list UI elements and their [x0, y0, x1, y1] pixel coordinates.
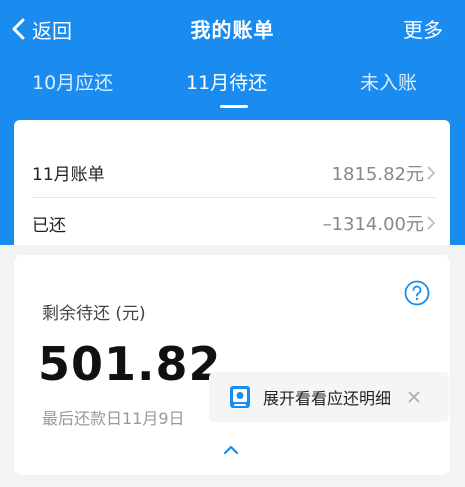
row-label: 已还: [32, 215, 66, 236]
row-label: 11月账单: [32, 165, 105, 185]
chevron-up-icon[interactable]: [223, 445, 239, 455]
active-tab-indicator: [220, 105, 248, 108]
bill-row-november-statement[interactable]: 11月账单 1815.82元: [32, 148, 436, 198]
close-icon[interactable]: [407, 390, 421, 404]
remaining-amount: 501.82: [38, 337, 222, 391]
nav-bar: 返回 我的账单 更多: [0, 0, 465, 58]
bill-summary-card: 11月账单 1815.82元 已还 –1314.00元: [14, 120, 450, 245]
row-value: 1815.82元: [331, 163, 424, 185]
app-screen: 返回 我的账单 更多 10月应还 11月待还 未入账 11月账单 1815.82…: [0, 0, 465, 487]
chevron-right-icon: [427, 165, 436, 180]
help-icon[interactable]: [404, 280, 430, 306]
bill-row-paid[interactable]: 已还 –1314.00元: [32, 198, 436, 248]
document-icon: [230, 386, 250, 408]
chevron-right-icon: [427, 216, 436, 230]
due-date-text: 最后还款日11月9日: [42, 409, 185, 428]
expand-details-chip[interactable]: 展开看看应还明细: [209, 372, 449, 422]
row-value: –1314.00元: [322, 214, 424, 235]
expand-details-label: 展开看看应还明细: [263, 389, 392, 408]
more-button[interactable]: 更多: [403, 14, 443, 43]
remaining-card: 剩余待还 (元) 501.82 最后还款日11月9日 展开看看应还明细: [14, 255, 450, 475]
tab-november-pending[interactable]: 11月待还: [186, 68, 267, 95]
tab-bar: 10月应还 11月待还 未入账: [0, 62, 465, 112]
tab-october-due[interactable]: 10月应还: [32, 68, 113, 95]
remaining-label: 剩余待还 (元): [42, 304, 146, 324]
tab-unbilled[interactable]: 未入账: [360, 68, 417, 95]
page-title: 我的账单: [190, 18, 275, 42]
